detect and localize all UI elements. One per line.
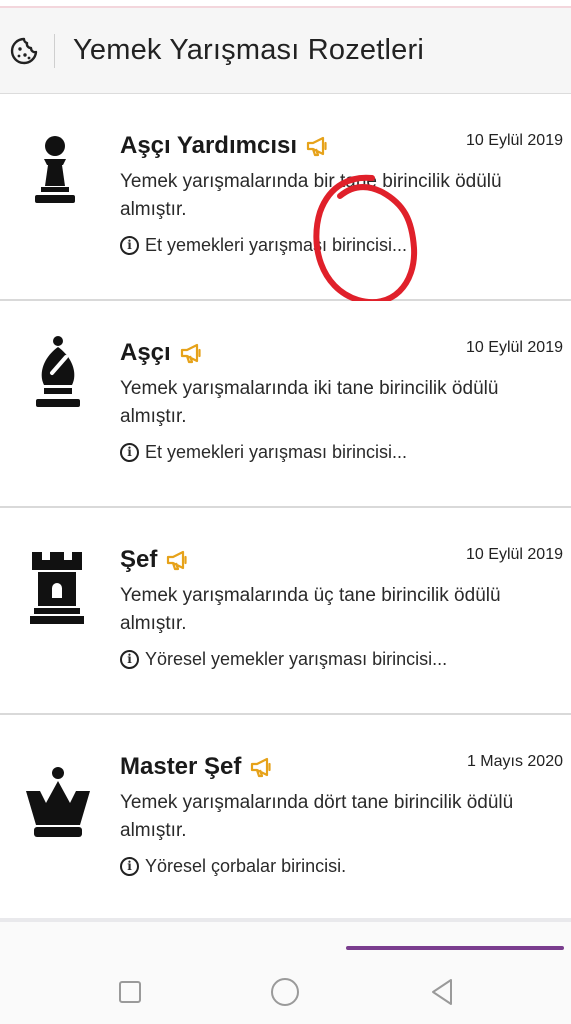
badge-info-text: Yöresel çorbalar birincisi. bbox=[145, 856, 347, 876]
badge-description: Yemek yarışmalarında dört tane birincili… bbox=[120, 792, 514, 841]
square-icon[interactable] bbox=[110, 972, 150, 1012]
badge-name-text: Aşçı Yardımcısı bbox=[120, 132, 297, 159]
badge-name: Aşçı bbox=[120, 339, 203, 367]
chess-bishop-icon bbox=[22, 333, 92, 413]
badge-info[interactable]: i Et yemekleri yarışması birincisi... bbox=[120, 442, 407, 463]
cookie-icon[interactable] bbox=[6, 33, 42, 69]
circle-icon[interactable] bbox=[265, 972, 305, 1012]
chess-pawn-icon bbox=[22, 132, 92, 212]
badge-date: 1 Mayıs 2020 bbox=[466, 753, 563, 770]
badge-info-text: Yöresel yemekler yarışması birincisi... bbox=[145, 649, 448, 669]
badge-card[interactable]: Aşçı 10 Eylül 2019 Yemek yarışmalarında … bbox=[0, 301, 571, 508]
badge-description: Yemek yarışmalarında üç tane birincilik … bbox=[120, 585, 501, 634]
badge-date: 10 Eylül 2019 bbox=[466, 132, 563, 149]
chess-rook-icon bbox=[22, 548, 92, 628]
badge-name-text: Şef bbox=[120, 546, 158, 573]
badge-info[interactable]: i Yöresel yemekler yarışması birincisi..… bbox=[120, 649, 447, 670]
badge-name: Master Şef bbox=[120, 753, 273, 781]
status-bar-strip bbox=[0, 0, 571, 8]
badge-card[interactable]: Aşçı Yardımcısı 10 Eylül 2019 Yemek yarı… bbox=[0, 94, 571, 306]
megaphone-icon[interactable] bbox=[249, 756, 273, 778]
navigation-area bbox=[0, 918, 571, 1024]
badge-name-text: Aşçı bbox=[120, 339, 171, 366]
accent-bar bbox=[346, 946, 564, 950]
app-header: Yemek Yarışması Rozetleri bbox=[0, 8, 571, 94]
info-icon: i bbox=[120, 650, 139, 669]
megaphone-icon[interactable] bbox=[305, 135, 329, 157]
badge-description: Yemek yarışmalarında iki tane birincilik… bbox=[120, 378, 499, 427]
info-icon: i bbox=[120, 857, 139, 876]
badge-info-text: Et yemekleri yarışması birincisi... bbox=[145, 235, 408, 255]
badge-list: Aşçı Yardımcısı 10 Eylül 2019 Yemek yarı… bbox=[0, 94, 571, 921]
info-icon: i bbox=[120, 443, 139, 462]
badge-name: Şef bbox=[120, 546, 189, 574]
badge-date: 10 Eylül 2019 bbox=[466, 339, 563, 356]
page-title: Yemek Yarışması Rozetleri bbox=[73, 34, 424, 66]
badge-info[interactable]: i Yöresel çorbalar birincisi. bbox=[120, 856, 346, 877]
system-nav-bar bbox=[0, 972, 571, 1012]
badge-date: 10 Eylül 2019 bbox=[466, 546, 563, 563]
badge-name-text: Master Şef bbox=[120, 753, 242, 780]
badge-card[interactable]: Şef 10 Eylül 2019 Yemek yarışmalarında ü… bbox=[0, 508, 571, 715]
badge-info-text: Et yemekleri yarışması birincisi... bbox=[145, 442, 408, 462]
header-divider bbox=[54, 33, 55, 68]
badge-card[interactable]: Master Şef 1 Mayıs 2020 Yemek yarışmalar… bbox=[0, 715, 571, 921]
triangle-back-icon[interactable] bbox=[422, 972, 462, 1012]
chess-queen-icon bbox=[22, 761, 92, 841]
megaphone-icon[interactable] bbox=[165, 549, 189, 571]
info-icon: i bbox=[120, 236, 139, 255]
megaphone-icon[interactable] bbox=[179, 342, 203, 364]
badge-info[interactable]: i Et yemekleri yarışması birincisi... bbox=[120, 235, 407, 256]
badge-name: Aşçı Yardımcısı bbox=[120, 132, 329, 160]
badge-description: Yemek yarışmalarında bir tane birincilik… bbox=[120, 171, 502, 220]
